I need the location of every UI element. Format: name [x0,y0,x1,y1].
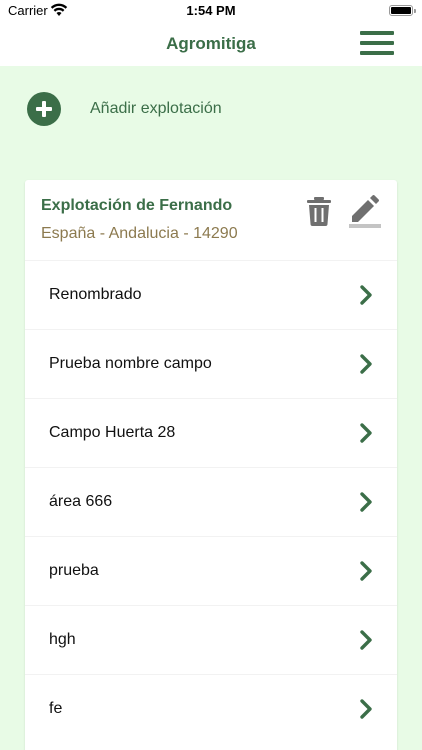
status-time: 1:54 PM [186,3,236,18]
field-name[interactable]: fe [49,700,62,718]
trash-icon[interactable] [306,196,332,226]
farm-name: Explotación de Fernando [41,197,233,214]
farm-card-header: Explotación de Fernando España - Andaluc… [25,180,397,260]
add-farm-label[interactable]: Añadir explotación [90,100,222,118]
chevron-right-icon[interactable] [359,353,373,375]
field-row[interactable]: Prueba nombre campo [25,329,397,398]
field-name[interactable]: área 666 [49,493,112,511]
plus-circle-icon[interactable] [27,92,61,126]
field-row[interactable]: área 666 [25,467,397,536]
add-farm-button[interactable]: Añadir explotación [27,92,222,126]
main-content: Añadir explotación Explotación de Fernan… [0,66,422,750]
farm-location: España - Andalucia - 14290 [41,225,238,242]
field-row[interactable]: hgh [25,605,397,674]
field-row[interactable]: Renombrado [25,260,397,329]
chevron-right-icon[interactable] [359,284,373,306]
field-row[interactable]: Campo Huerta 28 [25,398,397,467]
status-bar: Carrier 1:54 PM [0,0,422,22]
chevron-right-icon[interactable] [359,560,373,582]
chevron-right-icon[interactable] [359,422,373,444]
field-name[interactable]: Campo Huerta 28 [49,424,175,442]
field-list: Renombrado Prueba nombre campo Campo Hue… [25,260,397,743]
pencil-icon[interactable] [349,194,381,228]
field-name[interactable]: Renombrado [49,286,142,304]
field-row[interactable]: prueba [25,536,397,605]
field-name[interactable]: prueba [49,562,99,580]
field-name[interactable]: Prueba nombre campo [49,355,212,373]
chevron-right-icon[interactable] [359,491,373,513]
field-name[interactable]: hgh [49,631,76,649]
chevron-right-icon[interactable] [359,629,373,651]
hamburger-menu-icon[interactable] [360,30,394,56]
navigation-bar: Agromitiga [0,22,422,66]
chevron-right-icon[interactable] [359,698,373,720]
farm-card: Explotación de Fernando España - Andaluc… [25,180,397,750]
battery-icon [389,5,416,16]
field-row[interactable]: fe [25,674,397,743]
app-title: Agromitiga [166,34,256,53]
